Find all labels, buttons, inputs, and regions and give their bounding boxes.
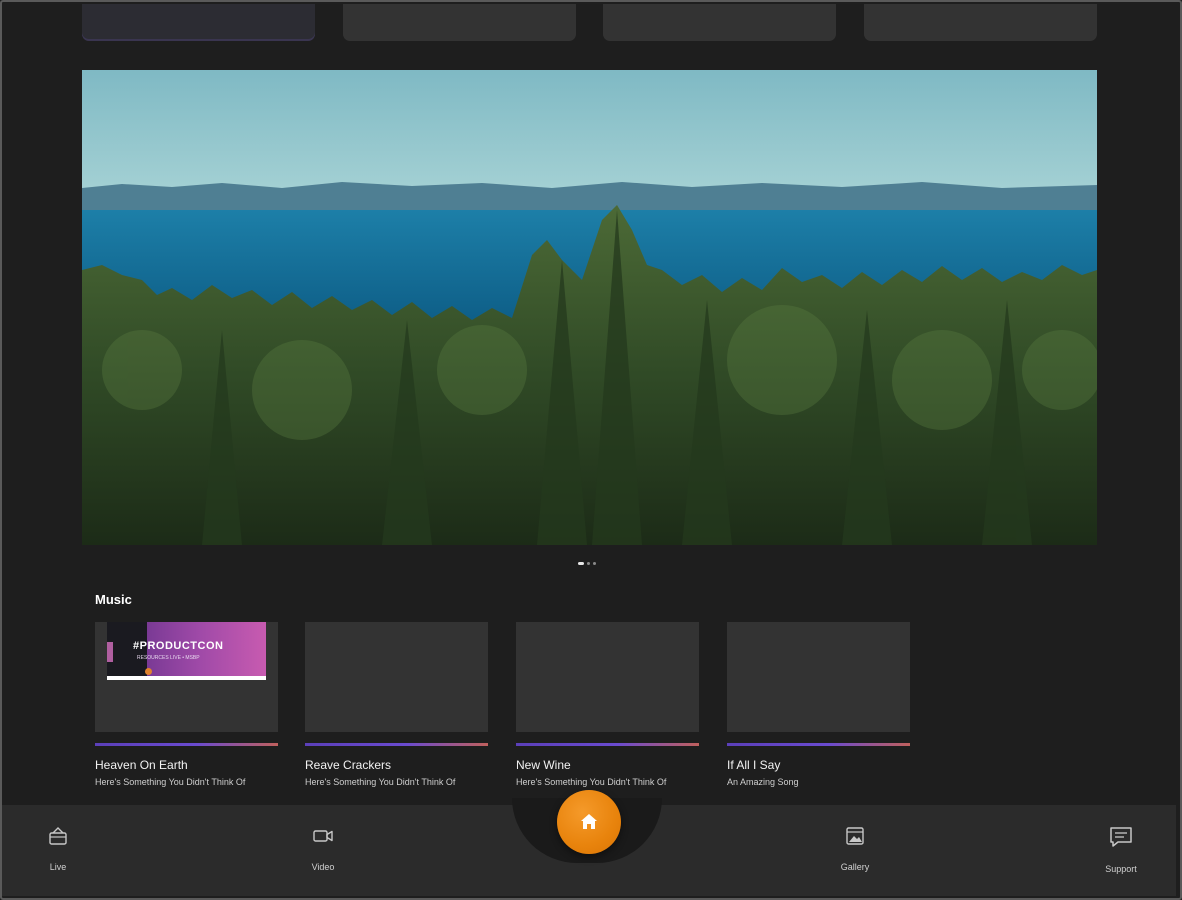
chat-bubble-icon <box>1110 827 1132 847</box>
music-card-reave-crackers[interactable]: Reave Crackers Here's Something You Didn… <box>305 622 488 787</box>
promo-title: #PRODUCTCON <box>133 640 224 652</box>
nav-label-video: Video <box>311 862 335 872</box>
card-progress-bar <box>516 743 699 746</box>
nav-item-video[interactable]: Video <box>283 825 363 872</box>
forest-sea-landscape-photo <box>82 70 1097 545</box>
home-icon <box>581 814 597 829</box>
top-tab-3[interactable] <box>603 4 836 41</box>
top-tab-2[interactable] <box>343 4 576 41</box>
music-section-title: Music <box>95 592 132 607</box>
music-card-heaven-on-earth[interactable]: #PRODUCTCON RESOURCES LIVE • MSBP Heaven… <box>95 622 278 787</box>
hero-banner[interactable] <box>82 70 1097 545</box>
live-broadcast-icon <box>49 827 67 845</box>
top-tab-4[interactable] <box>864 4 1097 41</box>
card-subtitle: Here's Something You Didn't Think Of <box>516 777 667 787</box>
nav-item-gallery[interactable]: Gallery <box>815 825 895 872</box>
card-thumbnail <box>516 622 699 732</box>
carousel-dot-3[interactable] <box>593 562 596 565</box>
card-progress-bar <box>95 743 278 746</box>
music-card-new-wine[interactable]: New Wine Here's Something You Didn't Thi… <box>516 622 699 787</box>
music-card-if-all-i-say[interactable]: If All I Say An Amazing Song <box>727 622 910 787</box>
card-title: New Wine <box>516 758 571 772</box>
card-thumbnail <box>305 622 488 732</box>
promo-subtitle: RESOURCES LIVE • MSBP <box>137 655 200 661</box>
card-subtitle: Here's Something You Didn't Think Of <box>305 777 456 787</box>
carousel-dot-2[interactable] <box>587 562 590 565</box>
card-thumbnail: #PRODUCTCON RESOURCES LIVE • MSBP <box>95 622 278 732</box>
promo-thumbnail-image: #PRODUCTCON RESOURCES LIVE • MSBP <box>107 622 266 680</box>
top-tab-1[interactable] <box>82 4 315 41</box>
card-progress-bar <box>727 743 910 746</box>
card-title: Reave Crackers <box>305 758 392 772</box>
nav-label-support: Support <box>1105 864 1137 874</box>
nav-item-support[interactable]: Support <box>1081 825 1161 874</box>
carousel-dot-1[interactable] <box>578 562 584 565</box>
nav-item-live[interactable]: Live <box>18 825 98 872</box>
card-thumbnail <box>727 622 910 732</box>
card-subtitle: Here's Something You Didn't Think Of <box>95 777 246 787</box>
card-subtitle: An Amazing Song <box>727 777 799 787</box>
card-progress-bar <box>305 743 488 746</box>
carousel-pagination[interactable] <box>578 562 596 565</box>
nav-label-live: Live <box>49 862 67 872</box>
video-camera-icon <box>313 830 333 842</box>
nav-label-gallery: Gallery <box>840 862 870 872</box>
card-title: If All I Say <box>727 758 781 772</box>
card-title: Heaven On Earth <box>95 758 188 772</box>
gallery-image-icon <box>846 827 864 845</box>
home-button[interactable] <box>557 790 621 854</box>
